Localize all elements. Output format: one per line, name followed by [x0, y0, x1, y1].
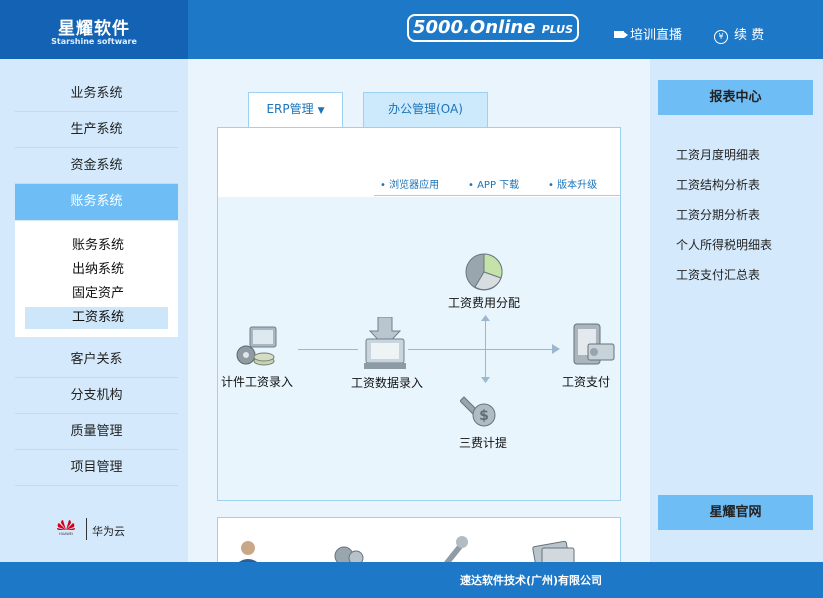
flow-node-three-fee[interactable]: $ 三费计提 [448, 389, 528, 459]
footer-company: 速达软件技术(广州)有限公司 [460, 574, 603, 587]
flow-connector [485, 319, 486, 381]
product-suffix: PLUS [541, 23, 574, 36]
submenu-item-accounting[interactable]: 账务系统 [25, 235, 168, 257]
cards-icon[interactable] [530, 538, 578, 562]
three-fee-label: 三费计提 [459, 436, 508, 450]
flow-node-wage-entry[interactable]: 工资数据录入 [346, 317, 436, 397]
main-content: ERP管理▼ 办公管理(OA) • 浏览器应用 • APP 下载 • 版本升级 [188, 59, 650, 562]
link-bullet: • [380, 180, 386, 191]
sidebar-item-quality[interactable]: 质量管理 [15, 414, 178, 450]
link-app-download[interactable]: • APP 下载 [468, 176, 519, 191]
report-center-title[interactable]: 报表中心 [658, 80, 813, 115]
link-app-download-label: APP 下载 [477, 180, 520, 191]
piece-wage-label: 计件工资录入 [221, 375, 294, 389]
links-divider [374, 195, 620, 196]
piece-wage-icon [236, 326, 277, 366]
user-icon[interactable] [230, 536, 266, 562]
sidebar-item-accounting[interactable]: 账务系统 [15, 184, 178, 220]
report-income-tax[interactable]: 个人所得税明细表 [676, 236, 772, 253]
huawei-logo-icon: HUAWEI [57, 520, 75, 536]
wage-entry-label: 工资数据录入 [351, 376, 424, 390]
arrow-down-icon [481, 377, 490, 383]
cost-allocation-label: 工资费用分配 [448, 296, 521, 310]
gear-icon[interactable] [330, 540, 366, 562]
submenu-item-cashier[interactable]: 出纳系统 [25, 259, 168, 281]
report-wage-payment-summary[interactable]: 工资支付汇总表 [676, 266, 760, 283]
tab-erp-label: ERP管理 [266, 102, 314, 116]
sidebar-item-production[interactable]: 生产系统 [15, 112, 178, 148]
tools-icon[interactable] [438, 534, 474, 562]
partner-divider [86, 518, 87, 540]
payment-icon [573, 323, 615, 365]
flow-node-cost-allocation[interactable]: 工资费用分配 [438, 251, 538, 317]
flow-node-piece-wage[interactable]: 计件工资录入 [218, 320, 298, 400]
data-entry-icon [364, 317, 406, 369]
module-icon-strip [217, 517, 621, 562]
footer: 速达软件技术(广州)有限公司 [0, 562, 823, 598]
brand-title: 星耀软件 [58, 19, 130, 39]
svg-text:$: $ [479, 408, 489, 424]
tab-office-management[interactable]: 办公管理(OA) [363, 92, 488, 127]
renew-link[interactable]: ¥ 续 费 [714, 24, 764, 44]
accounting-submenu: 账务系统 出纳系统 固定资产 工资系统 [15, 221, 178, 337]
erp-panel: • 浏览器应用 • APP 下载 • 版本升级 计件工资录入 工资数据录入 工资… [217, 127, 621, 501]
sidebar-item-business[interactable]: 业务系统 [15, 76, 178, 112]
link-bullet: • [468, 180, 474, 191]
product-badge: 5000.Online PLUS [407, 14, 579, 42]
report-wage-structure[interactable]: 工资结构分析表 [676, 176, 760, 193]
chevron-down-icon: ▼ [317, 106, 325, 116]
submenu-item-payroll[interactable]: 工资系统 [25, 307, 168, 329]
submenu-item-fixed-assets[interactable]: 固定资产 [25, 283, 168, 305]
payroll-flow-diagram: 计件工资录入 工资数据录入 工资费用分配 $ 三费计提 工资支付 [218, 197, 620, 500]
link-browser-app[interactable]: • 浏览器应用 [380, 176, 439, 191]
report-monthly-wage-detail[interactable]: 工资月度明细表 [676, 146, 760, 163]
video-camera-icon [614, 31, 628, 38]
sidebar-item-projects[interactable]: 项目管理 [15, 450, 178, 486]
sidebar-item-funds[interactable]: 资金系统 [15, 148, 178, 184]
official-site-button[interactable]: 星耀官网 [658, 495, 813, 530]
report-wage-period[interactable]: 工资分期分析表 [676, 206, 760, 223]
link-bullet: • [548, 180, 554, 191]
link-version-upgrade[interactable]: • 版本升级 [548, 176, 597, 191]
partner-name: 华为云 [92, 525, 125, 538]
renew-label: 续 费 [734, 28, 765, 43]
sidebar-item-crm[interactable]: 客户关系 [15, 342, 178, 378]
sidebar-item-branches[interactable]: 分支机构 [15, 378, 178, 414]
left-sidebar: 业务系统 生产系统 资金系统 账务系统 账务系统 出纳系统 固定资产 工资系统 … [0, 59, 188, 562]
product-name: 5000.Online [412, 17, 536, 38]
payment-label: 工资支付 [562, 375, 611, 389]
brand-logo[interactable]: 星耀软件 Starshine software [0, 0, 188, 59]
pie-chart-icon [465, 253, 503, 291]
training-live-label: 培训直播 [630, 28, 683, 43]
brand-subtitle: Starshine software [51, 37, 137, 46]
flow-node-payment[interactable]: 工资支付 [548, 320, 620, 400]
right-sidebar: 报表中心 工资月度明细表 工资结构分析表 工资分期分析表 个人所得税明细表 工资… [650, 59, 823, 562]
huawei-logo-text: HUAWEI [59, 532, 73, 536]
money-wrench-icon: $ [460, 396, 496, 427]
huawei-cloud-partner[interactable]: HUAWEI 华为云 [54, 516, 184, 544]
link-version-upgrade-label: 版本升级 [557, 180, 598, 191]
tab-erp-management[interactable]: ERP管理 ▼ [248, 92, 343, 128]
training-live-link[interactable]: 培训直播 [614, 24, 682, 43]
yen-icon: ¥ [714, 30, 728, 44]
link-browser-app-label: 浏览器应用 [389, 180, 440, 191]
